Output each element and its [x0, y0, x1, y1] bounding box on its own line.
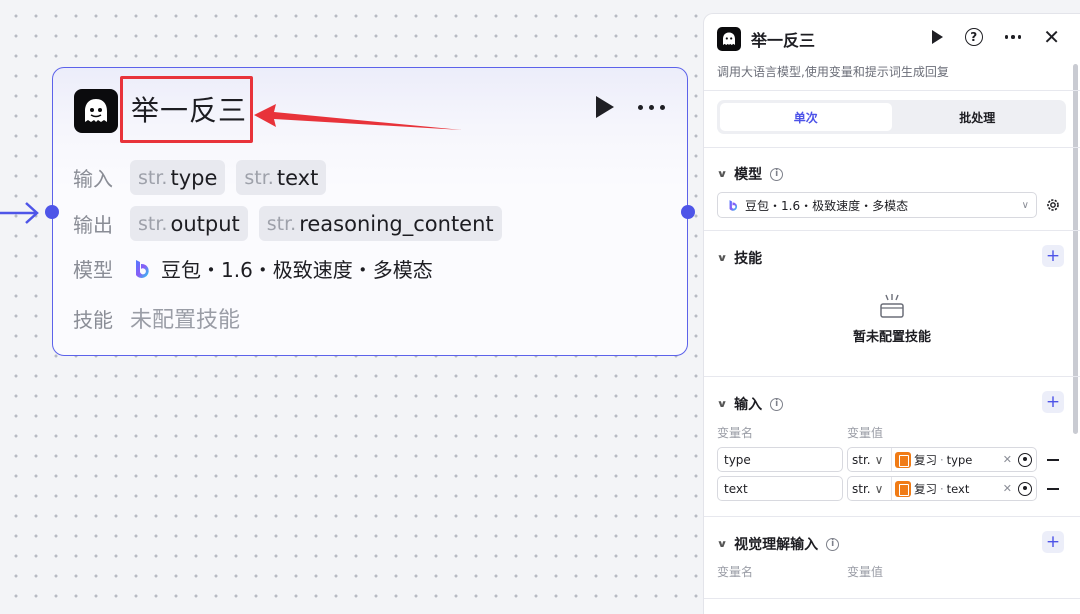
- type-select[interactable]: str. ∨: [848, 477, 892, 500]
- divider: [704, 376, 1080, 377]
- ghost-bot-icon: [717, 27, 741, 51]
- skills-section-header[interactable]: ∨ 技能: [716, 248, 762, 268]
- inputs-label: 输入: [73, 167, 113, 191]
- chevron-down-icon[interactable]: ∨: [716, 399, 727, 410]
- col-variable-name: 变量名: [717, 426, 754, 440]
- model-section-header[interactable]: ∨ 模型 i: [716, 164, 784, 184]
- more-options-icon[interactable]: [1004, 35, 1022, 39]
- panel-scrollbar[interactable]: [1073, 64, 1078, 434]
- outputs-label: 输出: [73, 213, 113, 237]
- output-chip-output: str. output: [130, 206, 248, 241]
- ref-chip: 复习 · text: [892, 480, 1003, 497]
- model-select-value: 豆包・1.6・极致速度・多模态: [745, 198, 909, 213]
- divider: [704, 147, 1080, 148]
- empty-box-icon: [880, 294, 904, 318]
- panel-description: 调用大语言模型,使用变量和提示词生成回复: [717, 65, 949, 79]
- vision-input-section-header[interactable]: ∨ 视觉理解输入 i: [716, 534, 840, 554]
- node-ref-icon: [895, 451, 911, 468]
- skills-empty-text: 暂未配置技能: [852, 330, 931, 345]
- skills-empty-value: 未配置技能: [130, 308, 241, 333]
- divider: [704, 598, 1080, 599]
- node-input-port[interactable]: [45, 205, 59, 219]
- node-outputs-row: 输出 str. output str. reasoning_content: [73, 206, 502, 241]
- skills-empty-state: 暂未配置技能: [704, 292, 1080, 345]
- chevron-down-icon[interactable]: ∨: [716, 169, 727, 180]
- target-icon[interactable]: [1018, 481, 1032, 496]
- node-config-panel: 举一反三 ? ✕ 调用大语言模型,使用变量和提示词生成回复 单次 批处理 ∨ 模…: [703, 13, 1080, 614]
- divider: [704, 90, 1080, 91]
- variable-value-ref[interactable]: str. ∨ 复习 · type ✕: [847, 447, 1037, 472]
- clear-icon[interactable]: ✕: [1003, 482, 1012, 495]
- input-chip-text: str. text: [236, 160, 327, 195]
- variable-name-input[interactable]: type: [717, 447, 843, 472]
- close-icon[interactable]: ✕: [1043, 27, 1060, 47]
- node-model-row: 模型 豆包・1.6・极致速度・多模态: [73, 254, 433, 283]
- chevron-down-icon: ∨: [874, 452, 884, 467]
- node-output-port[interactable]: [681, 205, 695, 219]
- run-node-icon[interactable]: [596, 96, 614, 118]
- clear-icon[interactable]: ✕: [1003, 453, 1012, 466]
- variable-name-input[interactable]: text: [717, 476, 843, 501]
- info-icon[interactable]: i: [770, 167, 784, 181]
- variable-value-ref[interactable]: str. ∨ 复习 · text ✕: [847, 476, 1037, 501]
- input-chip-type: str. type: [130, 160, 226, 195]
- chevron-down-icon[interactable]: ∨: [716, 539, 727, 550]
- skills-label: 技能: [73, 307, 113, 332]
- info-icon[interactable]: i: [770, 397, 784, 411]
- tab-single[interactable]: 单次: [720, 103, 892, 131]
- chevron-down-icon[interactable]: ∨: [716, 253, 727, 264]
- gear-icon[interactable]: [1045, 197, 1061, 213]
- input-section-header[interactable]: ∨ 输入 i: [716, 394, 784, 414]
- help-icon[interactable]: ?: [964, 28, 983, 46]
- node-skills-row: 技能 未配置技能: [73, 302, 240, 334]
- doubao-model-icon: [729, 199, 738, 211]
- add-input-button[interactable]: +: [1042, 391, 1064, 413]
- title-highlight-box: [120, 76, 253, 143]
- node-inputs-row: 输入 str. type str. text: [73, 160, 327, 195]
- target-icon[interactable]: [1018, 452, 1032, 467]
- remove-input-button[interactable]: [1047, 488, 1059, 490]
- panel-title[interactable]: 举一反三: [751, 27, 815, 51]
- ghost-bot-icon: [74, 89, 118, 133]
- model-select[interactable]: 豆包・1.6・极致速度・多模态 ∨: [717, 192, 1037, 218]
- model-value: 豆包・1.6・极致速度・多模态: [161, 258, 433, 282]
- divider: [704, 516, 1080, 517]
- chevron-down-icon: ∨: [874, 481, 884, 496]
- doubao-model-icon: [136, 259, 149, 278]
- mode-tabs: 单次 批处理: [717, 100, 1066, 134]
- add-vision-input-button[interactable]: +: [1042, 531, 1064, 553]
- annotation-arrow: [254, 104, 462, 130]
- chevron-down-icon: ∨: [1021, 199, 1029, 211]
- info-icon[interactable]: i: [826, 537, 840, 551]
- add-skill-button[interactable]: +: [1042, 245, 1064, 267]
- more-options-icon[interactable]: [638, 104, 665, 110]
- col-variable-value: 变量值: [847, 565, 884, 579]
- ref-chip: 复习 · type: [892, 451, 1003, 468]
- col-variable-value: 变量值: [847, 426, 884, 440]
- col-variable-name: 变量名: [717, 565, 754, 579]
- divider: [704, 230, 1080, 231]
- node-ref-icon: [895, 480, 911, 497]
- output-chip-reasoning-content: str. reasoning_content: [258, 206, 502, 241]
- type-select[interactable]: str. ∨: [848, 448, 892, 471]
- remove-input-button[interactable]: [1047, 459, 1059, 461]
- tab-batch[interactable]: 批处理: [892, 103, 1064, 131]
- run-icon[interactable]: [931, 30, 943, 44]
- model-label: 模型: [73, 258, 113, 282]
